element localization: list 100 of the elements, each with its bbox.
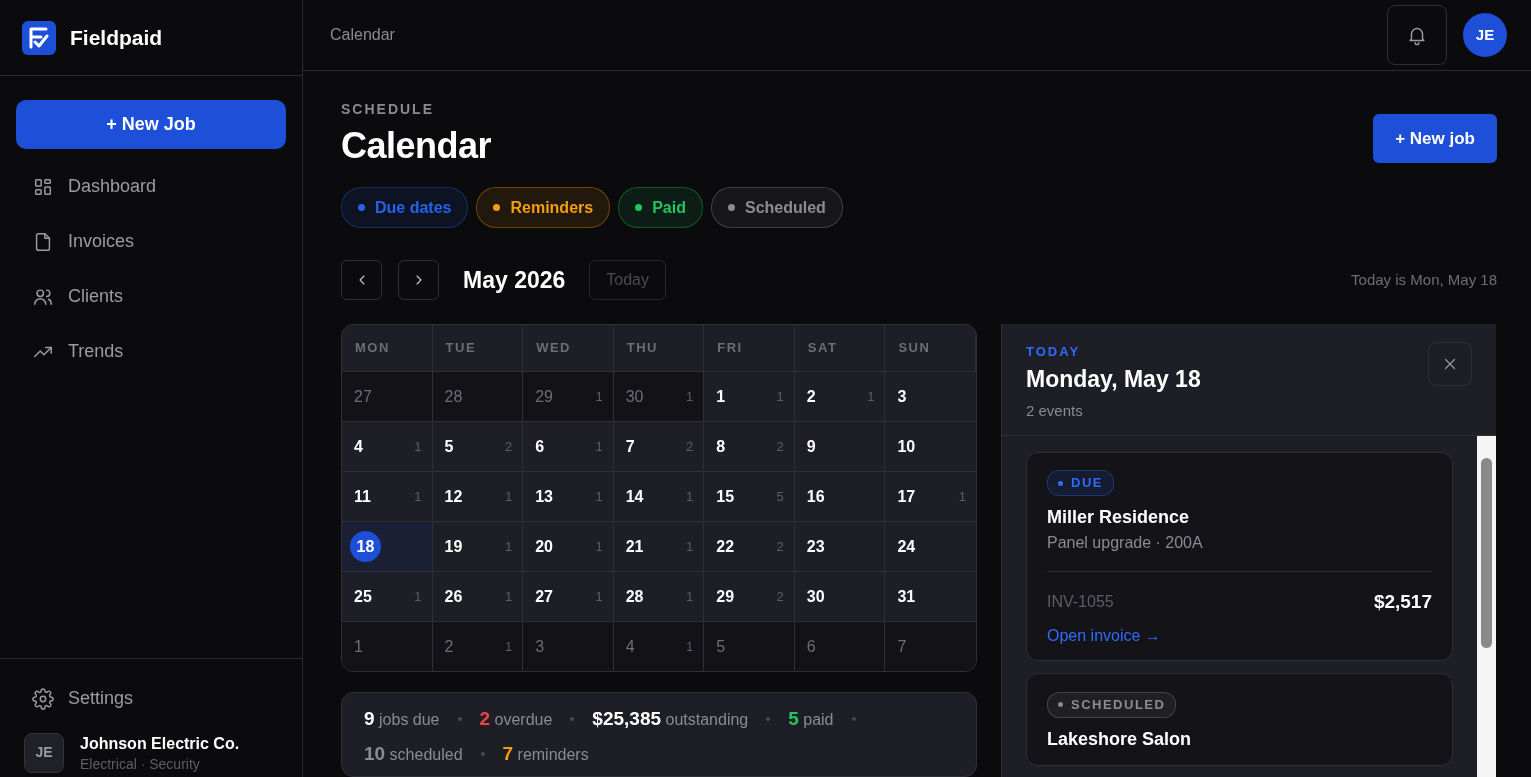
legend-filter[interactable]: Reminders (476, 187, 611, 229)
notifications-button[interactable] (1387, 5, 1447, 65)
separator-dot (570, 717, 575, 722)
scrollbar-thumb[interactable] (1481, 457, 1492, 648)
event-count: 1 (595, 587, 603, 606)
day-cell[interactable]: 5 2 (432, 422, 524, 473)
logo-icon (22, 20, 56, 55)
event-count: 1 (595, 487, 603, 506)
day-number: 23 (806, 536, 825, 557)
day-number: 25 (354, 586, 372, 607)
new-job-button[interactable]: + New job (1373, 114, 1497, 164)
nav-item[interactable]: Trends (16, 326, 286, 377)
day-cell[interactable]: 8 2 (704, 422, 795, 473)
day-cell[interactable]: 1 1 (704, 372, 795, 423)
day-number: 1 (354, 637, 363, 658)
previous-month-button[interactable] (341, 260, 382, 301)
day-cell[interactable]: 21 1 (613, 522, 705, 573)
next-month-button[interactable] (398, 260, 439, 301)
event-count: 2 (504, 437, 513, 456)
day-cell[interactable]: 24 (885, 522, 976, 573)
day-number: 27 (535, 586, 553, 607)
event-count: 2 (776, 437, 784, 456)
new-job-button[interactable]: + New Job (16, 100, 286, 149)
legend-filter[interactable]: Scheduled (710, 187, 843, 229)
day-cell[interactable]: 30 1 (613, 372, 705, 423)
status-tag: DUE (1047, 470, 1114, 496)
user-avatar[interactable]: JE (1463, 13, 1507, 57)
day-cell[interactable]: 1 (342, 622, 433, 671)
day-cell[interactable]: 7 (885, 622, 976, 671)
event-count: 2 (776, 587, 784, 606)
settings-link[interactable]: Settings (16, 673, 286, 725)
weekday-header: FRI (704, 325, 795, 373)
legend-filter[interactable]: Due dates (341, 187, 469, 229)
breadcrumb: Calendar (330, 25, 395, 45)
event-card[interactable]: SCHEDULED Lakeshore Salon (1026, 673, 1453, 766)
day-cell[interactable]: 5 (704, 622, 795, 671)
event-count: 1 (504, 487, 513, 506)
day-cell[interactable]: 7 2 (613, 422, 705, 473)
day-number: 19 (444, 536, 463, 557)
day-cell[interactable]: 2 1 (432, 622, 524, 671)
summary-stat: 7 reminders (502, 741, 589, 766)
day-number: 10 (897, 436, 916, 457)
day-cell[interactable]: 3 (523, 622, 614, 671)
day-cell[interactable]: 14 1 (613, 472, 705, 523)
summary-stat: 10 scheduled (364, 741, 463, 766)
day-cell[interactable]: 12 1 (432, 472, 524, 523)
nav-item[interactable]: Clients (16, 271, 286, 322)
day-cell[interactable]: 9 (794, 422, 886, 473)
nav-item[interactable]: Invoices (16, 216, 286, 267)
day-cell[interactable]: 4 1 (342, 422, 433, 473)
event-count: 1 (686, 638, 694, 657)
day-number: 16 (806, 486, 825, 507)
day-number: 5 (716, 637, 726, 658)
event-count: 2 (776, 537, 784, 556)
day-cell[interactable]: 23 (794, 522, 886, 573)
day-cell[interactable]: 17 1 (885, 472, 976, 523)
close-button[interactable] (1428, 342, 1472, 387)
day-cell[interactable]: 18 (342, 522, 433, 573)
event-title: Miller Residence (1047, 506, 1190, 527)
day-cell[interactable]: 6 (794, 622, 886, 671)
day-cell[interactable]: 27 (342, 372, 433, 423)
weekday-header: SAT (794, 325, 886, 373)
day-number: 21 (625, 536, 644, 557)
day-cell[interactable]: 15 5 (704, 472, 795, 523)
day-cell[interactable]: 28 (432, 372, 524, 423)
day-cell[interactable]: 6 1 (523, 422, 614, 473)
account-avatar: JE (24, 732, 64, 773)
day-cell[interactable]: 22 2 (704, 522, 795, 573)
nav-item[interactable]: Dashboard (16, 161, 286, 212)
day-cell[interactable]: 13 1 (523, 472, 614, 523)
event-card[interactable]: DUE Miller Residence Panel upgrade · 200A INV-1055 $2,517 Open invoice → (1026, 451, 1453, 662)
day-cell[interactable]: 29 1 (523, 372, 614, 423)
event-count: 1 (414, 437, 422, 456)
event-count: 1 (504, 638, 513, 657)
day-number: 7 (625, 436, 635, 457)
event-count: 1 (958, 487, 966, 506)
day-number: 12 (444, 486, 463, 507)
legend-filter[interactable]: Paid (618, 187, 703, 229)
day-number: 29 (535, 386, 553, 407)
day-cell[interactable]: 4 1 (613, 622, 705, 671)
day-cell[interactable]: 20 1 (523, 522, 614, 573)
day-cell[interactable]: 10 (885, 422, 976, 473)
weekday-header: SUN (885, 325, 976, 373)
day-cell[interactable]: 16 (794, 472, 886, 523)
separator-dot (766, 717, 771, 722)
day-number: 17 (897, 486, 916, 507)
day-cell[interactable]: 2 1 (794, 372, 886, 423)
day-cell[interactable]: 3 (885, 372, 976, 423)
day-cell[interactable]: 19 1 (432, 522, 524, 573)
event-count: 1 (595, 437, 603, 456)
event-count: 1 (686, 387, 694, 406)
day-number: 15 (716, 486, 735, 507)
open-invoice-link[interactable]: Open invoice → (1047, 627, 1161, 645)
event-count: 1 (504, 537, 513, 556)
day-number: 9 (806, 436, 816, 457)
account-subtitle: Electrical · Security (80, 756, 201, 773)
day-number: 28 (625, 586, 644, 607)
event-count: 1 (595, 387, 603, 406)
scrollbar[interactable] (1477, 435, 1496, 777)
event-count: 1 (686, 587, 694, 606)
